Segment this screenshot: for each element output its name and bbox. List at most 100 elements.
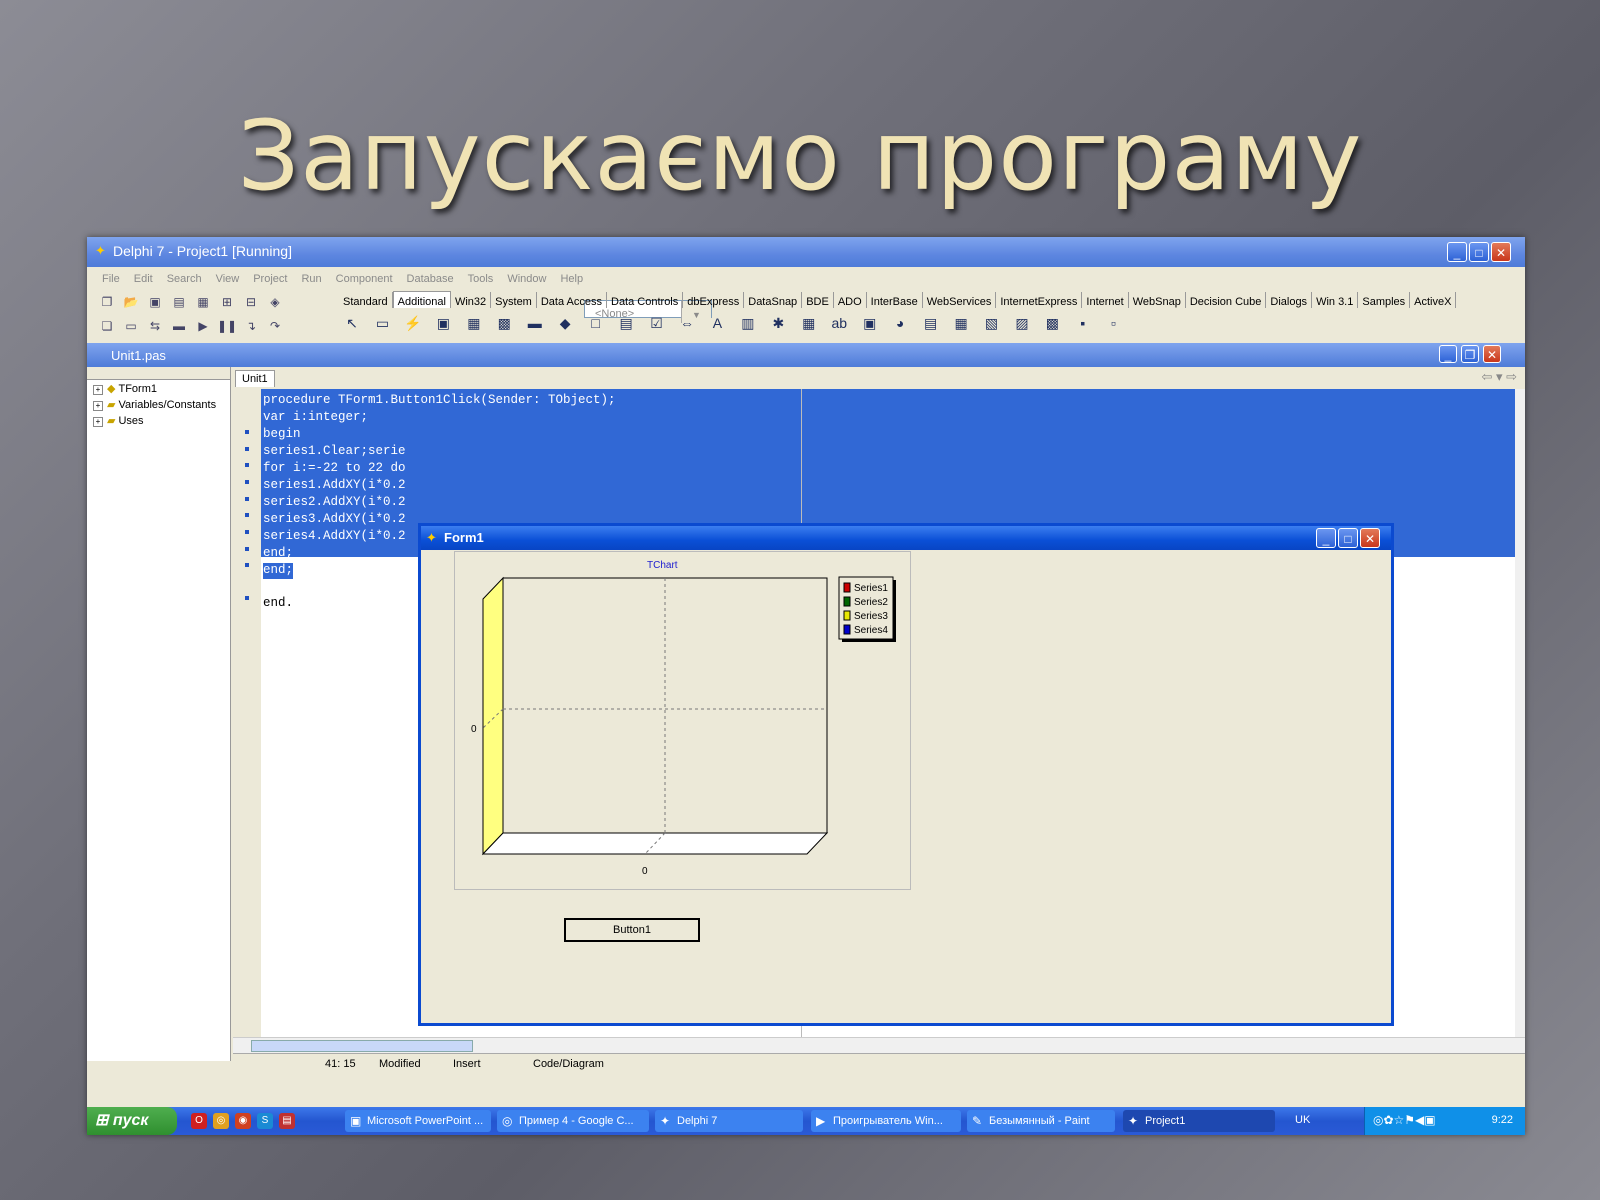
image-icon[interactable]: ▬ — [524, 313, 546, 333]
expand-icon[interactable]: + — [93, 417, 103, 427]
standardcolormap-icon[interactable]: ▩ — [1041, 313, 1063, 333]
opera-icon[interactable]: O — [191, 1113, 207, 1129]
actionmainmenubar-icon[interactable]: ▦ — [950, 313, 972, 333]
task-paint[interactable]: ✎ Безымянный - Paint — [967, 1110, 1115, 1132]
palette-tab-data-access[interactable]: Data Access — [537, 292, 607, 308]
save-all-icon[interactable]: ▤ — [169, 293, 189, 311]
open-icon[interactable]: 📂 — [121, 293, 141, 311]
bevel-icon[interactable]: □ — [585, 313, 607, 333]
task-media-player[interactable]: ▶ Проигрыватель Win... — [811, 1110, 961, 1132]
colorbox-icon[interactable]: ▣ — [859, 313, 881, 333]
new-icon[interactable]: ❐ — [97, 293, 117, 311]
task-delphi[interactable]: ✦ Delphi 7 — [655, 1110, 803, 1132]
palette-tab-win32[interactable]: Win32 — [451, 292, 492, 308]
menu-database[interactable]: Database — [400, 267, 461, 285]
palette-tab-additional[interactable]: Additional — [392, 291, 451, 308]
minimize-button[interactable]: _ — [1447, 242, 1467, 262]
palette-tab-interbase[interactable]: InterBase — [867, 292, 923, 308]
menu-window[interactable]: Window — [500, 267, 553, 285]
save-icon[interactable]: ▣ — [145, 293, 165, 311]
palette-tab-websnap[interactable]: WebSnap — [1129, 292, 1186, 308]
form1-maximize-button[interactable]: □ — [1338, 528, 1358, 548]
menu-help[interactable]: Help — [553, 267, 590, 285]
menu-search[interactable]: Search — [160, 267, 209, 285]
form1-close-button[interactable]: ✕ — [1360, 528, 1380, 548]
toggle-icon[interactable]: ⇆ — [145, 317, 165, 335]
controlbar-icon[interactable]: ▥ — [737, 313, 759, 333]
twilightcolormap-icon[interactable]: ▪ — [1072, 313, 1094, 333]
menu-project[interactable]: Project — [246, 267, 294, 285]
valuelisteditor-icon[interactable]: ▦ — [798, 313, 820, 333]
pause-icon[interactable]: ❚❚ — [217, 317, 237, 335]
splitter-icon[interactable]: ⇔ — [676, 313, 698, 333]
menu-run[interactable]: Run — [294, 267, 328, 285]
menu-view[interactable]: View — [209, 267, 247, 285]
tree-node[interactable]: + ◆ TForm1 — [87, 380, 230, 396]
help-icon[interactable]: ◈ — [265, 293, 285, 311]
palette-tab-standard[interactable]: Standard — [339, 292, 393, 308]
chart-icon[interactable]: ◕ — [889, 313, 911, 333]
button1[interactable]: Button1 — [564, 918, 700, 942]
palette-tab-dbexpress[interactable]: dbExpress — [683, 292, 745, 308]
form1-minimize-button[interactable]: _ — [1316, 528, 1336, 548]
tab-unit1[interactable]: Unit1 — [235, 370, 275, 387]
actiontoolbar-icon[interactable]: ▧ — [981, 313, 1003, 333]
palette-tab-win31[interactable]: Win 3.1 — [1312, 292, 1359, 308]
skype-icon[interactable]: S — [257, 1113, 273, 1129]
app-icon[interactable]: ▤ — [279, 1113, 295, 1129]
view-form-icon[interactable]: ▭ — [121, 317, 141, 335]
tree-node[interactable]: + ▰ Uses — [87, 412, 230, 428]
vertical-scrollbar[interactable] — [1515, 389, 1525, 1037]
maximize-button[interactable]: □ — [1469, 242, 1489, 262]
palette-tab-decision-cube[interactable]: Decision Cube — [1186, 292, 1267, 308]
open-project-icon[interactable]: ▦ — [193, 293, 213, 311]
close-button[interactable]: ✕ — [1491, 242, 1511, 262]
expand-icon[interactable]: + — [93, 401, 103, 411]
checklistbox-icon[interactable]: ☑ — [646, 313, 668, 333]
stringgrid-icon[interactable]: ▦ — [463, 313, 485, 333]
run-icon[interactable]: ▶ — [193, 317, 213, 335]
pointer-icon[interactable]: ↖ — [341, 313, 363, 333]
palette-tab-bde[interactable]: BDE — [802, 292, 834, 308]
labelededit-icon[interactable]: ab — [828, 313, 850, 333]
editor-restore-button[interactable]: ❐ — [1461, 345, 1479, 363]
scroll-thumb[interactable] — [251, 1040, 473, 1052]
bitbtn-icon[interactable]: ▭ — [371, 313, 393, 333]
browser-icon[interactable]: ◉ — [235, 1113, 251, 1129]
tree-node[interactable]: + ▰ Variables/Constants — [87, 396, 230, 412]
add-file-icon[interactable]: ⊞ — [217, 293, 237, 311]
remove-file-icon[interactable]: ⊟ — [241, 293, 261, 311]
view-unit-icon[interactable]: ❏ — [97, 317, 117, 335]
applicationevents-icon[interactable]: ✱ — [767, 313, 789, 333]
task-project1[interactable]: ✦ Project1 — [1123, 1110, 1275, 1132]
tray-icons[interactable]: ◎✿☆⚑◀▣ — [1373, 1113, 1436, 1127]
speedbutton-icon[interactable]: ⚡ — [402, 313, 424, 333]
palette-tab-activex[interactable]: ActiveX — [1410, 292, 1457, 308]
trace-into-icon[interactable]: ↴ — [241, 317, 261, 335]
drawgrid-icon[interactable]: ▩ — [493, 313, 515, 333]
palette-tab-internet[interactable]: Internet — [1082, 292, 1129, 308]
horizontal-scrollbar[interactable] — [233, 1037, 1525, 1054]
language-indicator[interactable]: UK — [1295, 1114, 1310, 1126]
palette-tab-internetexpress[interactable]: InternetExpress — [996, 292, 1083, 308]
palette-tab-dialogs[interactable]: Dialogs — [1266, 292, 1313, 308]
editor-minimize-button[interactable]: _ — [1439, 345, 1457, 363]
code-diagram-tabs[interactable]: Code/Diagram — [533, 1058, 604, 1070]
palette-tab-samples[interactable]: Samples — [1358, 292, 1411, 308]
menu-edit[interactable]: Edit — [127, 267, 160, 285]
chrome-icon[interactable]: ◎ — [213, 1113, 229, 1129]
scrollbox-icon[interactable]: ▤ — [615, 313, 637, 333]
navigation-arrows-icon[interactable]: ⇦ ▾ ⇨ — [1481, 369, 1517, 385]
xpcolormap-icon[interactable]: ▨ — [1011, 313, 1033, 333]
menu-component[interactable]: Component — [329, 267, 400, 285]
actionmanager-icon[interactable]: ▤ — [920, 313, 942, 333]
step-over-icon[interactable]: ↷ — [265, 317, 285, 335]
statictext-icon[interactable]: A — [706, 313, 728, 333]
palette-tab-webservices[interactable]: WebServices — [923, 292, 997, 308]
editor-close-button[interactable]: ✕ — [1483, 345, 1501, 363]
palette-tab-data-controls[interactable]: Data Controls — [607, 292, 684, 308]
maskedit-icon[interactable]: ▣ — [432, 313, 454, 333]
menu-tools[interactable]: Tools — [461, 267, 501, 285]
expand-icon[interactable]: + — [93, 385, 103, 395]
task-chrome[interactable]: ◎ Пример 4 - Google C... — [497, 1110, 649, 1132]
